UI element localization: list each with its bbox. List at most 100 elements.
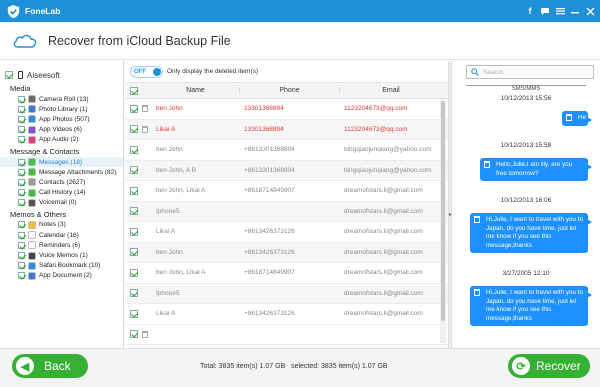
sidebar-item-checkbox[interactable] <box>18 136 25 144</box>
table-row[interactable]: Iphone5 dreamofstars.li@gmail.com <box>126 201 448 222</box>
total-stats: Total: 3835 item(s) 1.07 GB <box>200 363 286 370</box>
sidebar-item-checkbox[interactable] <box>18 126 25 134</box>
row-checkbox[interactable] <box>130 125 138 134</box>
sidebar-item-label: Photo Library (1) <box>39 105 88 113</box>
chat-icon[interactable] <box>539 5 551 17</box>
sidebar-item-checkbox[interactable] <box>18 252 25 260</box>
cell-phone: +8613426373126 <box>244 310 295 318</box>
sidebar-item-checkbox[interactable] <box>18 199 25 207</box>
sidebar-item[interactable]: App Document (2) <box>0 271 123 281</box>
sidebar-item[interactable]: Contacts (2627) <box>0 177 123 187</box>
sidebar-item[interactable]: App Audio (2) <box>0 135 123 145</box>
device-checkbox[interactable] <box>5 71 13 79</box>
column-name[interactable]: Name <box>152 87 240 94</box>
table-row[interactable]: ben John 13301368894 1123204673@qq.com <box>126 99 448 120</box>
menu-icon[interactable] <box>554 5 566 17</box>
row-checkbox[interactable] <box>130 186 138 195</box>
sidebar-item-checkbox[interactable] <box>18 262 25 270</box>
table-scrollbar[interactable] <box>440 99 446 343</box>
deleted-only-toggle[interactable]: OFF <box>130 65 163 78</box>
sidebar-item[interactable]: Messages (18) <box>0 156 123 168</box>
message-bubble[interactable]: He <box>562 111 592 126</box>
category-icon <box>28 95 36 104</box>
sidebar-item[interactable]: Calendar (16) <box>0 230 123 240</box>
row-checkbox[interactable] <box>130 248 138 257</box>
sidebar-item-label: Messages (18) <box>39 158 82 166</box>
sidebar-item-checkbox[interactable] <box>18 95 25 103</box>
sidebar-item-checkbox[interactable] <box>18 168 25 176</box>
sidebar-item[interactable]: Voicemail (0) <box>0 198 123 208</box>
sidebar-item[interactable]: Camera Roll (13) <box>0 94 123 104</box>
sms-section-label: SMS/MMS <box>511 86 541 92</box>
sidebar-item-checkbox[interactable] <box>18 189 25 197</box>
row-checkbox[interactable] <box>130 309 138 318</box>
title-bar-controls: f <box>524 5 596 17</box>
row-checkbox[interactable] <box>130 268 138 277</box>
sidebar-device[interactable]: Aiseesoft <box>0 68 123 82</box>
scrollbar-thumb[interactable] <box>441 101 445 321</box>
close-icon[interactable] <box>584 5 596 17</box>
sidebar-item-checkbox[interactable] <box>18 272 25 280</box>
cell-name: Likai A <box>156 125 176 133</box>
table-row[interactable]: Likai A +8613426373126 dreamofstars.li@g… <box>126 304 448 325</box>
row-checkbox[interactable] <box>130 227 138 236</box>
table-row[interactable]: Likai A 13301368894 1123204673@qq.com <box>126 119 448 140</box>
sidebar-item[interactable]: Notes (3) <box>0 220 123 230</box>
category-icon <box>28 231 36 240</box>
message-trash-icon <box>474 289 480 296</box>
column-phone[interactable]: Phone <box>240 87 340 94</box>
column-email[interactable]: Email <box>340 87 442 94</box>
cell-email: dreamofstars.li@gmail.com <box>344 289 423 297</box>
row-checkbox[interactable] <box>130 330 138 339</box>
sidebar-item-checkbox[interactable] <box>18 178 25 186</box>
category-icon <box>28 271 36 280</box>
sidebar-item[interactable]: Call History (14) <box>0 188 123 198</box>
row-checkbox[interactable] <box>130 104 138 113</box>
cell-name: ben John, A B <box>156 166 197 174</box>
minimize-icon[interactable] <box>569 5 581 17</box>
sidebar-item-checkbox[interactable] <box>18 105 25 113</box>
recover-button[interactable]: ⟳ Recover <box>508 354 590 378</box>
message-bubble[interactable]: Hi,Julie, I want to travel with you to J… <box>470 213 592 254</box>
category-icon <box>28 188 36 197</box>
sidebar-item[interactable]: App Videos (6) <box>0 125 123 135</box>
sidebar-item-checkbox[interactable] <box>18 115 25 123</box>
sidebar-item-label: Notes (3) <box>39 221 66 229</box>
sidebar-item-checkbox[interactable] <box>18 241 25 249</box>
sidebar-item[interactable]: Reminders (6) <box>0 240 123 250</box>
sidebar-category: Media <box>10 84 31 93</box>
sidebar-item-label: App Document (2) <box>39 272 92 280</box>
sidebar-item-checkbox[interactable] <box>18 221 25 229</box>
table-row[interactable]: ben John, Likai A +8618714849907 dreamof… <box>126 263 448 284</box>
row-checkbox[interactable] <box>130 145 138 154</box>
table-row[interactable]: ben John, Likai A +8618714849907 dreamof… <box>126 181 448 202</box>
sidebar-item[interactable]: App Photos (507) <box>0 114 123 124</box>
sidebar-item[interactable]: Message Attachments (82) <box>0 167 123 177</box>
sidebar-item-label: App Photos (507) <box>39 115 90 123</box>
select-all-checkbox[interactable] <box>130 86 138 95</box>
sidebar-item[interactable]: Photo Library (1) <box>0 104 123 114</box>
table-row[interactable]: Likai A +8613426373126 dreamofstars.li@g… <box>126 222 448 243</box>
icloud-icon <box>13 34 37 48</box>
sidebar-item-checkbox[interactable] <box>18 158 25 166</box>
message-text: Hi,Julie, I want to travel with you to J… <box>486 216 583 249</box>
message-bubble[interactable]: Hi,Julie, I want to travel with you to J… <box>470 286 592 327</box>
cell-email: dreamofstars.li@gmail.com <box>344 269 423 277</box>
row-checkbox[interactable] <box>130 166 138 175</box>
search-box[interactable]: Search <box>466 65 594 79</box>
sidebar-item[interactable]: Safari Bookmark (10) <box>0 261 123 271</box>
table-row[interactable]: ben John +8613301368894 bingqiaojunqiang… <box>126 140 448 161</box>
message-bubble[interactable]: Hello,Julie,I am lily, are you free tomo… <box>480 158 592 182</box>
sidebar-item-checkbox[interactable] <box>18 231 25 239</box>
row-checkbox[interactable] <box>130 207 138 216</box>
table-row[interactable]: ben John +8613426373126 dreamofstars.li@… <box>126 242 448 263</box>
facebook-icon[interactable]: f <box>524 5 536 17</box>
sidebar-item[interactable]: Voice Memos (1) <box>0 250 123 260</box>
table-row[interactable]: Iphone5 dreamofstars.li@gmail.com <box>126 283 448 304</box>
cell-phone: 13301368894 <box>244 105 284 113</box>
row-checkbox[interactable] <box>130 289 138 298</box>
table-row[interactable] <box>126 325 448 345</box>
trash-icon <box>142 125 148 133</box>
table-row[interactable]: ben John, A B +8613301368894 bingqiaojun… <box>126 160 448 181</box>
back-button[interactable]: ◀ Back <box>12 354 88 378</box>
